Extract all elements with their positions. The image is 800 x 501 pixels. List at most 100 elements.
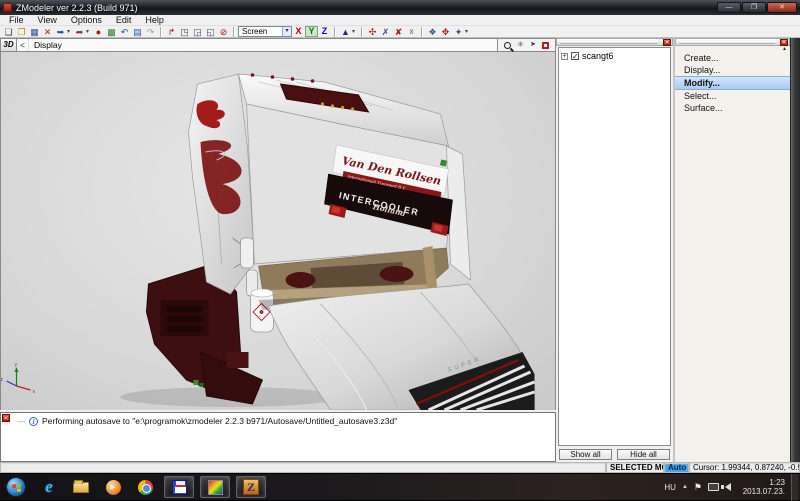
scene-tree: + ✓ scangt6: [558, 47, 671, 446]
skeleton-tool-1-icon[interactable]: ❖: [426, 26, 439, 38]
command-menu-header[interactable]: ✕: [675, 38, 790, 46]
export-icon[interactable]: ➦: [73, 26, 86, 38]
viewport-mode-bar[interactable]: < Display: [17, 38, 498, 52]
menu-options[interactable]: Options: [64, 15, 109, 25]
show-desktop-button[interactable]: [791, 474, 798, 501]
viewport-column: 3D < Display ✳ ➤: [0, 38, 556, 462]
start-button[interactable]: [6, 477, 26, 497]
tree-item-label[interactable]: scangt6: [582, 51, 614, 61]
new-file-icon[interactable]: ❏: [2, 26, 15, 38]
viewport-header: 3D < Display ✳ ➤: [0, 38, 556, 52]
view-space-value: Screen: [242, 27, 267, 36]
scene-tree-close-icon[interactable]: ✕: [663, 39, 671, 46]
action-center-flag-icon[interactable]: ⚑: [694, 482, 702, 493]
visibility-checkbox[interactable]: ✓: [571, 52, 579, 60]
delete-icon[interactable]: ✕: [41, 26, 54, 38]
command-menu-close-icon[interactable]: ✕: [780, 39, 788, 46]
menu-item-surface[interactable]: Surface...: [675, 102, 790, 114]
menu-help[interactable]: Help: [138, 15, 171, 25]
level-disabled-icon[interactable]: ⊘: [217, 26, 230, 38]
log-close-icon[interactable]: ✕: [2, 414, 10, 422]
script-editor-icon[interactable]: ▤: [131, 26, 144, 38]
axis-x-button[interactable]: X: [292, 26, 305, 37]
tool-detach-icon[interactable]: ✘: [392, 26, 405, 38]
status-cursor: Cursor: 1.99344, 0.87240, -0.92492: [689, 462, 800, 473]
record-icon[interactable]: ●: [92, 26, 105, 38]
auto-toggle[interactable]: Auto: [664, 462, 689, 473]
pointer-icon[interactable]: ➤: [530, 40, 536, 50]
tool-move-axes-icon[interactable]: ✗: [379, 26, 392, 38]
create-path-icon[interactable]: ↱: [165, 26, 178, 38]
taskbar: e ▶ Z HU ▲ ⚑ 1:23 2013.07.23.: [0, 473, 800, 500]
skeleton-dropdown-icon[interactable]: ▾: [465, 26, 471, 38]
gradient-app-icon: [208, 480, 223, 495]
maximize-viewport-icon[interactable]: [542, 42, 549, 49]
axis-cone-dropdown-icon[interactable]: ▾: [352, 26, 358, 38]
menu-item-select[interactable]: Select...: [675, 90, 790, 102]
zmodeler-window: ZModeler ver 2.2.3 (Build 971) — ❐ ✕ Fil…: [0, 0, 800, 500]
tree-item-scangt6[interactable]: + ✓ scangt6: [561, 51, 668, 61]
tool-mirror-icon[interactable]: ☓: [405, 26, 418, 38]
clock[interactable]: 1:23 2013.07.23.: [737, 478, 785, 496]
combobox-dropdown-icon[interactable]: ▾: [282, 27, 291, 36]
svg-text:y: y: [15, 362, 18, 368]
taskbar-image-app-button[interactable]: [200, 476, 230, 498]
menu-view[interactable]: View: [31, 15, 64, 25]
menu-item-display[interactable]: Display...: [675, 64, 790, 76]
maximize-button[interactable]: ❐: [742, 2, 766, 13]
window-title: ZModeler ver 2.2.3 (Build 971): [16, 3, 138, 13]
language-indicator[interactable]: HU: [664, 483, 676, 492]
import-icon[interactable]: ➥: [54, 26, 67, 38]
level-vertices-icon[interactable]: ◳: [178, 26, 191, 38]
command-menu-panel: ✕ ▲ Create... Display... Modify... Selec…: [675, 38, 790, 462]
show-all-button[interactable]: Show all: [559, 449, 612, 460]
tool-weld-icon[interactable]: ✣: [366, 26, 379, 38]
viewport-type-button[interactable]: 3D: [0, 38, 17, 52]
viewport-back-icon[interactable]: <: [17, 39, 29, 51]
menu-file[interactable]: File: [2, 15, 31, 25]
axis-cone-icon[interactable]: ▲: [339, 26, 352, 38]
folder-icon: [73, 482, 89, 493]
panel-grip: [560, 41, 658, 44]
right-edge-strip: [790, 38, 800, 462]
taskbar-zmodeler-button[interactable]: Z: [236, 476, 266, 498]
texture-image-icon[interactable]: ▩: [105, 26, 118, 38]
axis-z-button[interactable]: Z: [318, 26, 331, 37]
redo-icon[interactable]: ↷: [144, 26, 157, 38]
undo-icon[interactable]: ↶: [118, 26, 131, 38]
axis-y-button[interactable]: Y: [305, 26, 318, 37]
network-icon[interactable]: [708, 483, 719, 491]
internet-explorer-icon: e: [45, 477, 53, 497]
level-polygons-icon[interactable]: ◱: [204, 26, 217, 38]
title-bar: ZModeler ver 2.2.3 (Build 971) — ❐ ✕: [0, 0, 800, 15]
toolbar-separator: [421, 27, 423, 37]
viewport-canvas[interactable]: Van Den Rollsen Internationaal Transport…: [0, 52, 556, 410]
level-edges-icon[interactable]: ◲: [191, 26, 204, 38]
tray-expand-icon[interactable]: ▲: [682, 484, 688, 490]
settings-icon[interactable]: ✳: [517, 40, 524, 50]
panel-grip: [679, 41, 775, 44]
taskbar-chrome-button[interactable]: [132, 476, 158, 498]
menu-edit[interactable]: Edit: [109, 15, 139, 25]
scene-tree-header[interactable]: ✕: [556, 38, 673, 46]
minimize-button[interactable]: —: [717, 2, 741, 13]
viewport-mode-label: Display: [29, 40, 62, 50]
hide-all-button[interactable]: Hide all: [617, 449, 670, 460]
taskbar-mediaplayer-button[interactable]: ▶: [100, 476, 126, 498]
expand-icon[interactable]: +: [561, 53, 568, 60]
close-button[interactable]: ✕: [767, 2, 797, 13]
log-panel: ✕ — i Performing autosave to "e:\program…: [0, 412, 556, 462]
view-space-combobox[interactable]: Screen ▾: [238, 26, 292, 37]
taskbar-explorer-button[interactable]: [68, 476, 94, 498]
skeleton-tool-3-icon[interactable]: ✦: [452, 26, 465, 38]
save-icon[interactable]: ▦: [28, 26, 41, 38]
clock-date: 2013.07.23.: [737, 487, 785, 496]
zoom-icon[interactable]: [504, 42, 511, 49]
speaker-icon[interactable]: [725, 483, 731, 491]
taskbar-save-app-button[interactable]: [164, 476, 194, 498]
open-folder-icon[interactable]: ❒: [15, 26, 28, 38]
skeleton-tool-2-icon[interactable]: ✥: [439, 26, 452, 38]
menu-item-create[interactable]: Create...: [675, 52, 790, 64]
menu-item-modify[interactable]: Modify...: [675, 76, 790, 90]
taskbar-ie-button[interactable]: e: [36, 476, 62, 498]
